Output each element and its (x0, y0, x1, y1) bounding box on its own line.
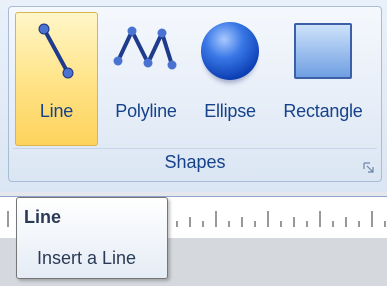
dialog-launcher-icon[interactable] (363, 161, 375, 173)
ellipse-button-label: Ellipse (204, 101, 256, 121)
line-icon (16, 17, 97, 85)
rectangle-icon (272, 17, 374, 85)
polyline-button[interactable]: Polyline (101, 12, 191, 146)
tooltip: Line Insert a Line (16, 197, 168, 279)
tooltip-description: Insert a Line (37, 248, 137, 268)
shapes-group: Line Polyline Ellipse Rectangle Shapes (8, 6, 382, 182)
ellipse-button[interactable]: Ellipse (193, 12, 267, 146)
polyline-icon (102, 17, 190, 85)
tooltip-title: Line (24, 207, 62, 227)
ribbon: Line Polyline Ellipse Rectangle Shapes (0, 0, 387, 192)
ellipse-icon (194, 17, 266, 85)
rectangle-button-label: Rectangle (283, 101, 363, 121)
group-label: Shapes (164, 152, 226, 172)
rectangle-button[interactable]: Rectangle (271, 12, 375, 146)
group-divider (13, 148, 377, 149)
polyline-button-label: Polyline (115, 101, 177, 121)
line-button[interactable]: Line (15, 12, 98, 146)
line-button-label: Line (39, 101, 74, 121)
